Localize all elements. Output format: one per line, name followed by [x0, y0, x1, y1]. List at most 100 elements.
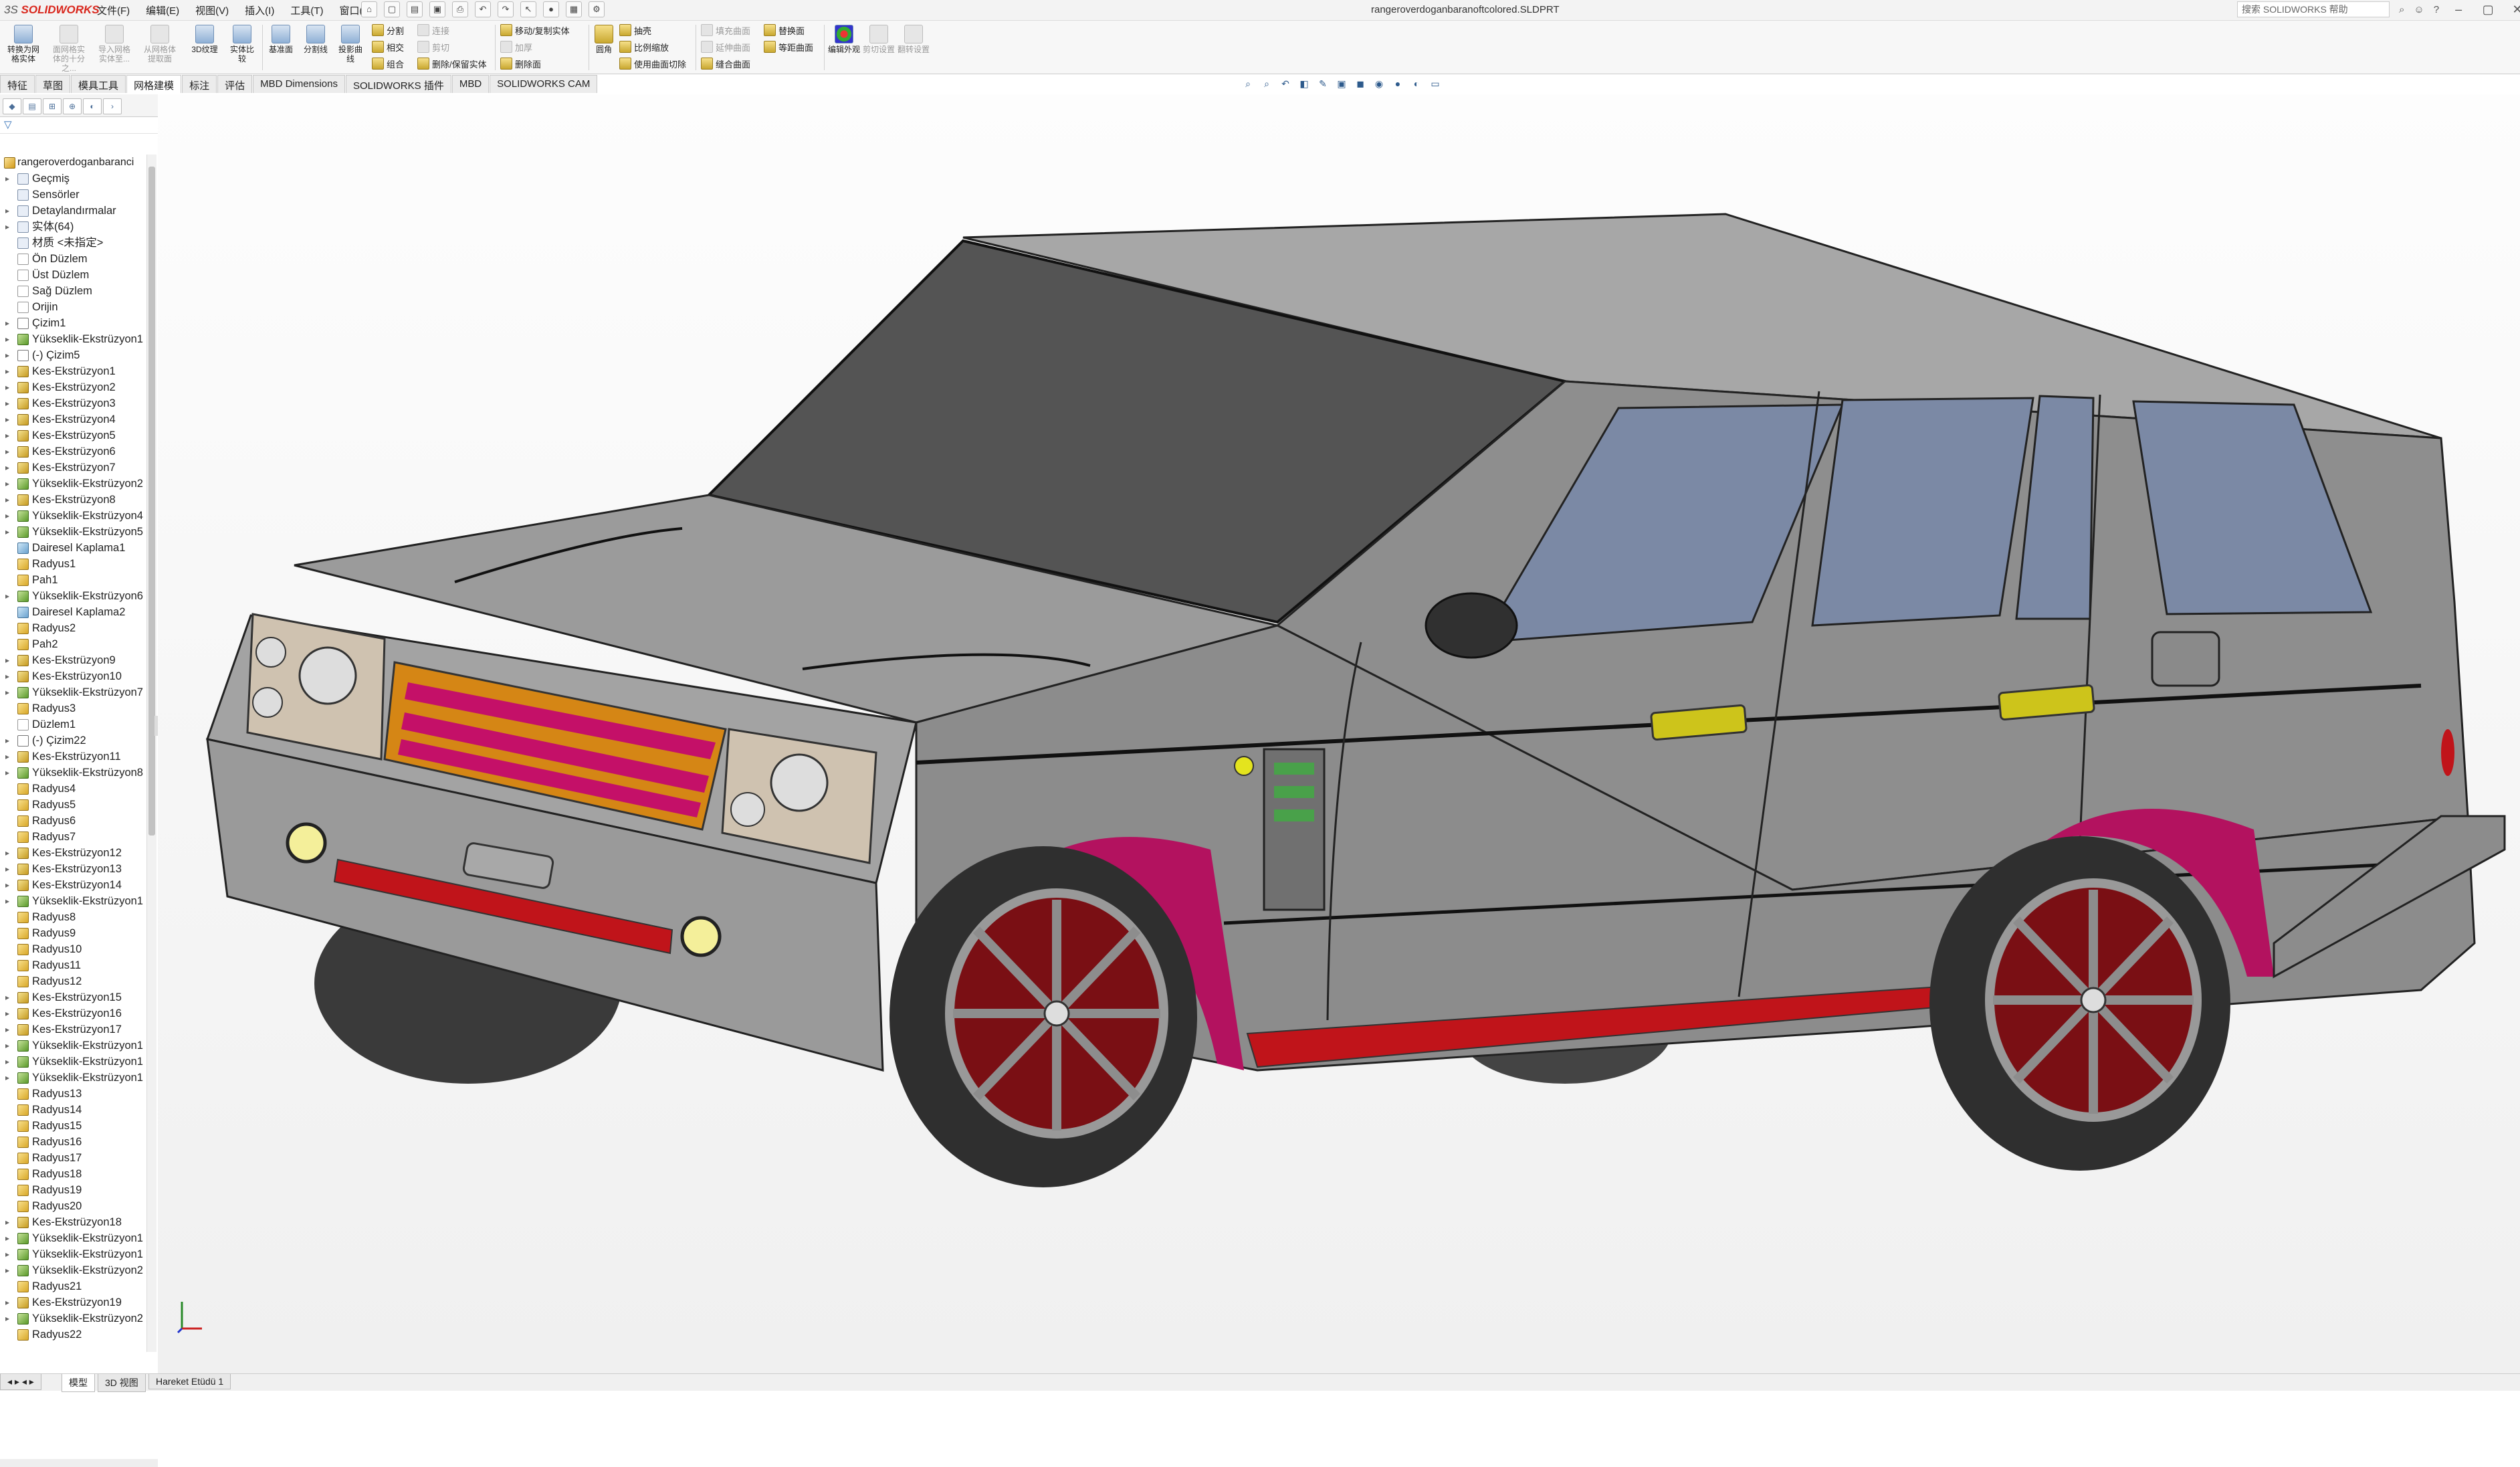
tab-mold-tools[interactable]: 模具工具 [71, 75, 126, 93]
tree-item[interactable]: ▸ Kes-Ekstrüzyon3 [0, 395, 146, 411]
expand-arrow-icon[interactable]: ▸ [5, 861, 12, 877]
expand-tabs-icon[interactable]: › [103, 98, 122, 114]
tree-item[interactable]: ▸ Kes-Ekstrüzyon9 [0, 652, 146, 668]
tree-item[interactable]: Radyus4 [0, 781, 146, 797]
tree-item[interactable]: ▸ Yükseklik-Ekstrüzyon1 [0, 893, 146, 909]
expand-arrow-icon[interactable]: ▸ [5, 171, 12, 187]
tree-item[interactable]: Radyus1 [0, 556, 146, 572]
tree-item[interactable]: ▸ Kes-Ekstrüzyon5 [0, 427, 146, 444]
split-button[interactable]: 分割 [372, 22, 404, 38]
expand-arrow-icon[interactable]: ▸ [5, 411, 12, 427]
tree-item[interactable]: ▸ Kes-Ekstrüzyon10 [0, 668, 146, 684]
expand-arrow-icon[interactable]: ▸ [5, 765, 12, 781]
tree-item[interactable]: ▸ Kes-Ekstrüzyon17 [0, 1021, 146, 1038]
expand-arrow-icon[interactable]: ▸ [5, 427, 12, 444]
select-pointer-icon[interactable]: ↖ [520, 1, 536, 17]
tree-item[interactable]: ▸ Kes-Ekstrüzyon4 [0, 411, 146, 427]
expand-arrow-icon[interactable]: ▸ [5, 1021, 12, 1038]
decimate-mesh-button[interactable]: 面网格实体的十分之... [49, 23, 88, 73]
expand-arrow-icon[interactable]: ▸ [5, 877, 12, 893]
view-settings-icon[interactable]: ▭ [1428, 77, 1443, 90]
tab-3d-views[interactable]: 3D 视图 [98, 1374, 146, 1392]
tree-item[interactable]: Düzlem1 [0, 716, 146, 732]
thicken-button[interactable]: 加厚 [500, 39, 532, 55]
tree-item[interactable]: ▸ Kes-Ekstrüzyon12 [0, 845, 146, 861]
knit-surface-button[interactable]: 缝合曲面 [701, 56, 750, 72]
expand-arrow-icon[interactable]: ▸ [5, 460, 12, 476]
tree-item[interactable]: 材质 <未指定> [0, 235, 146, 251]
expand-arrow-icon[interactable]: ▸ [5, 1262, 12, 1278]
tree-item[interactable]: ▸ Kes-Ekstrüzyon19 [0, 1294, 146, 1310]
tree-item[interactable]: ▸ Yükseklik-Ekstrüzyon1 [0, 1038, 146, 1054]
view-orientation-icon[interactable]: ▣ [1334, 77, 1349, 90]
tree-item[interactable]: Radyus20 [0, 1198, 146, 1214]
tree-item[interactable]: ▸ Detaylandırmalar [0, 203, 146, 219]
scroll-tabs-arrows[interactable]: ◂ ▸ ◂ ▸ [0, 1374, 41, 1390]
projected-curve-button[interactable]: 投影曲线 [336, 23, 365, 64]
tree-item[interactable]: Sağ Düzlem [0, 283, 146, 299]
expand-arrow-icon[interactable]: ▸ [5, 395, 12, 411]
open-folder-icon[interactable]: ▤ [407, 1, 423, 17]
menu-view[interactable]: 视图(V) [193, 3, 231, 18]
filled-surface-button[interactable]: 填充曲面 [701, 22, 750, 38]
zoom-to-fit-icon[interactable]: ⌕ [1241, 77, 1255, 90]
search-icon[interactable]: ⌕ [2399, 4, 2404, 15]
menu-tools[interactable]: 工具(T) [288, 3, 325, 18]
shell-button[interactable]: 抽壳 [619, 22, 651, 38]
tree-item[interactable]: Dairesel Kaplama1 [0, 540, 146, 556]
expand-arrow-icon[interactable]: ▸ [5, 1246, 12, 1262]
filter-icon[interactable]: ▽ [0, 117, 158, 134]
tree-item[interactable]: Radyus11 [0, 957, 146, 973]
tree-item[interactable]: ▸ Kes-Ekstrüzyon18 [0, 1214, 146, 1230]
replace-face-button[interactable]: 替换面 [764, 22, 805, 38]
menu-file[interactable]: 文件(F) [95, 3, 132, 18]
rebuild-icon[interactable]: ● [543, 1, 559, 17]
flip-settings-button[interactable]: 翻转设置 [898, 23, 930, 54]
tree-item[interactable]: Sensörler [0, 187, 146, 203]
tree-item[interactable]: Radyus5 [0, 797, 146, 813]
tree-item[interactable]: ▸ Yükseklik-Ekstrüzyon8 [0, 765, 146, 781]
cut-with-surface-button[interactable]: 使用曲面切除 [619, 56, 686, 72]
tree-item[interactable]: Radyus2 [0, 620, 146, 636]
cut-button[interactable]: 剪切 [417, 39, 449, 55]
reference-plane-button[interactable]: 基准面 [266, 23, 296, 54]
tree-item[interactable]: ▸ Yükseklik-Ekstrüzyon5 [0, 524, 146, 540]
tree-scrollbar[interactable] [146, 155, 156, 1352]
save-icon[interactable]: ▣ [429, 1, 445, 17]
maximize-button[interactable]: ▢ [2478, 3, 2498, 17]
expand-arrow-icon[interactable]: ▸ [5, 492, 12, 508]
tree-item[interactable]: Radyus9 [0, 925, 146, 941]
expand-arrow-icon[interactable]: ▸ [5, 315, 12, 331]
expand-arrow-icon[interactable]: ▸ [5, 652, 12, 668]
expand-arrow-icon[interactable]: ▸ [5, 732, 12, 749]
tree-item[interactable]: ▸ Geçmiş [0, 171, 146, 187]
tree-item[interactable]: Radyus6 [0, 813, 146, 829]
previous-view-icon[interactable]: ↶ [1278, 77, 1293, 90]
tree-item[interactable]: Radyus3 [0, 700, 146, 716]
help-icon[interactable]: ? [2434, 4, 2439, 15]
menu-edit[interactable]: 编辑(E) [144, 3, 181, 18]
redo-icon[interactable]: ↷ [498, 1, 514, 17]
tab-mesh-modeling[interactable]: 网格建模 [126, 75, 182, 93]
tree-item[interactable]: ▸ Kes-Ekstrüzyon15 [0, 989, 146, 1005]
extract-faces-button[interactable]: 从网格体提取面 [140, 23, 179, 64]
tree-item[interactable]: ▸ Kes-Ekstrüzyon8 [0, 492, 146, 508]
tab-model[interactable]: 模型 [62, 1374, 95, 1392]
tree-item[interactable]: Radyus22 [0, 1327, 146, 1343]
expand-arrow-icon[interactable]: ▸ [5, 331, 12, 347]
tree-item[interactable]: ▸ Yükseklik-Ekstrüzyon1 [0, 1054, 146, 1070]
tree-item[interactable]: ▸ Çizim1 [0, 315, 146, 331]
help-search-input[interactable]: 搜索 SOLIDWORKS 帮助 [2237, 1, 2390, 17]
import-mesh-button[interactable]: 导入网格实体至... [95, 23, 134, 64]
new-document-icon[interactable]: ▢ [384, 1, 400, 17]
apply-scene-icon[interactable]: ◐ [1409, 77, 1424, 90]
expand-arrow-icon[interactable]: ▸ [5, 524, 12, 540]
fillet-button[interactable]: 圆角 [591, 23, 617, 54]
graphics-area[interactable] [158, 94, 2520, 1373]
tree-item[interactable]: Radyus19 [0, 1182, 146, 1198]
body-compare-button[interactable]: 实体比较 [227, 23, 257, 64]
tree-item[interactable]: ▸ Kes-Ekstrüzyon2 [0, 379, 146, 395]
tree-item[interactable]: ▸ Kes-Ekstrüzyon16 [0, 1005, 146, 1021]
scale-button[interactable]: 比例缩放 [619, 39, 669, 55]
tab-solidworks-cam[interactable]: SOLIDWORKS CAM [490, 75, 598, 93]
